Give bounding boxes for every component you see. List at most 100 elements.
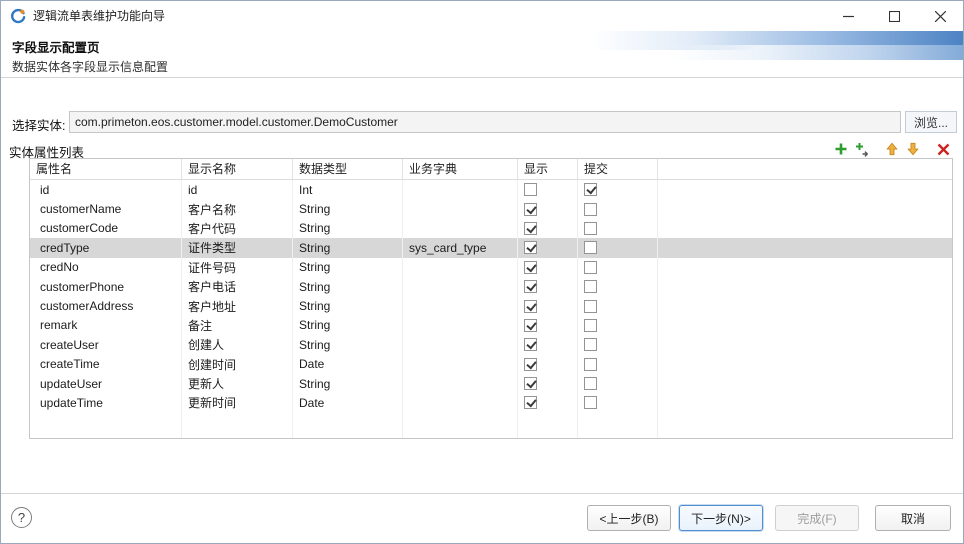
button-row: <上一步(B) 下一步(N)> 完成(F) 取消 xyxy=(587,505,951,531)
show-checkbox-cell xyxy=(518,238,578,257)
display-name-cell: 更新人 xyxy=(182,374,293,393)
back-button[interactable]: <上一步(B) xyxy=(587,505,671,531)
submit-checkbox-cell xyxy=(578,258,658,277)
data-type-cell: String xyxy=(293,238,403,257)
submit-checkbox-cell xyxy=(578,238,658,257)
table-row[interactable]: updateTime更新时间Date xyxy=(30,393,952,412)
show-checkbox[interactable] xyxy=(524,358,537,371)
show-checkbox[interactable] xyxy=(524,300,537,313)
submit-checkbox[interactable] xyxy=(584,396,597,409)
show-checkbox-cell xyxy=(518,258,578,277)
minimize-icon xyxy=(843,11,854,22)
finish-button[interactable]: 完成(F) xyxy=(775,505,859,531)
table-row[interactable]: customerAddress客户地址String xyxy=(30,296,952,315)
next-button[interactable]: 下一步(N)> xyxy=(679,505,763,531)
maximize-button[interactable] xyxy=(871,1,917,31)
table-row[interactable]: customerCode客户代码String xyxy=(30,219,952,238)
empty-cell xyxy=(658,413,952,438)
show-checkbox[interactable] xyxy=(524,261,537,274)
move-up-icon[interactable] xyxy=(883,140,901,158)
display-name-cell: id xyxy=(182,180,293,199)
submit-checkbox[interactable] xyxy=(584,241,597,254)
submit-checkbox[interactable] xyxy=(584,358,597,371)
submit-checkbox[interactable] xyxy=(584,261,597,274)
data-type-cell: String xyxy=(293,316,403,335)
submit-checkbox-cell xyxy=(578,355,658,374)
show-checkbox[interactable] xyxy=(524,338,537,351)
table-row[interactable]: updateUser更新人String xyxy=(30,374,952,393)
submit-checkbox-cell xyxy=(578,277,658,296)
close-icon xyxy=(935,11,946,22)
submit-checkbox[interactable] xyxy=(584,280,597,293)
column-header-show[interactable]: 显示 xyxy=(518,159,578,179)
close-button[interactable] xyxy=(917,1,963,31)
table-row[interactable]: customerPhone客户电话String xyxy=(30,277,952,296)
show-checkbox[interactable] xyxy=(524,222,537,235)
empty-cell xyxy=(518,413,578,438)
data-type-cell: String xyxy=(293,277,403,296)
column-header-property-name[interactable]: 属性名 xyxy=(30,159,182,179)
table-row[interactable]: credType证件类型Stringsys_card_type xyxy=(30,238,952,257)
window-title: 逻辑流单表维护功能向导 xyxy=(33,1,165,31)
row-filler xyxy=(658,374,952,393)
property-name-cell: credType xyxy=(30,238,182,257)
page-subtitle: 数据实体各字段显示信息配置 xyxy=(12,58,168,75)
show-checkbox[interactable] xyxy=(524,319,537,332)
dictionary-cell xyxy=(403,199,518,218)
delete-row-icon[interactable] xyxy=(934,140,952,158)
submit-checkbox[interactable] xyxy=(584,203,597,216)
data-type-cell: Date xyxy=(293,355,403,374)
property-name-cell: remark xyxy=(30,316,182,335)
row-filler xyxy=(658,393,952,412)
show-checkbox-cell xyxy=(518,374,578,393)
table-row[interactable]: createUser创建人String xyxy=(30,335,952,354)
empty-cell xyxy=(182,413,293,438)
minimize-button[interactable] xyxy=(825,1,871,31)
display-name-cell: 客户代码 xyxy=(182,219,293,238)
show-checkbox-cell xyxy=(518,393,578,412)
table-row[interactable]: remark备注String xyxy=(30,316,952,335)
titlebar[interactable]: 逻辑流单表维护功能向导 xyxy=(1,1,963,31)
show-checkbox[interactable] xyxy=(524,241,537,254)
show-checkbox[interactable] xyxy=(524,280,537,293)
submit-checkbox-cell xyxy=(578,180,658,199)
column-header-display-name[interactable]: 显示名称 xyxy=(182,159,293,179)
table-row[interactable]: ididInt xyxy=(30,180,952,199)
data-type-cell: String xyxy=(293,296,403,315)
column-header-submit[interactable]: 提交 xyxy=(578,159,658,179)
display-name-cell: 备注 xyxy=(182,316,293,335)
dictionary-cell xyxy=(403,219,518,238)
entity-input[interactable] xyxy=(69,111,901,133)
cancel-button[interactable]: 取消 xyxy=(875,505,951,531)
help-button[interactable]: ? xyxy=(11,507,32,528)
show-checkbox[interactable] xyxy=(524,377,537,390)
display-name-cell: 客户地址 xyxy=(182,296,293,315)
submit-checkbox[interactable] xyxy=(584,300,597,313)
submit-checkbox[interactable] xyxy=(584,338,597,351)
show-checkbox-cell xyxy=(518,296,578,315)
submit-checkbox[interactable] xyxy=(584,319,597,332)
insert-row-icon[interactable] xyxy=(853,140,871,158)
browse-button[interactable]: 浏览... xyxy=(905,111,957,133)
show-checkbox[interactable] xyxy=(524,396,537,409)
submit-checkbox-cell xyxy=(578,393,658,412)
display-name-cell: 客户电话 xyxy=(182,277,293,296)
submit-checkbox[interactable] xyxy=(584,377,597,390)
show-checkbox[interactable] xyxy=(524,183,537,196)
dictionary-cell xyxy=(403,393,518,412)
row-filler xyxy=(658,277,952,296)
submit-checkbox[interactable] xyxy=(584,222,597,235)
show-checkbox-cell xyxy=(518,335,578,354)
add-row-icon[interactable] xyxy=(832,140,850,158)
show-checkbox[interactable] xyxy=(524,203,537,216)
column-header-dictionary[interactable]: 业务字典 xyxy=(403,159,518,179)
property-name-cell: updateTime xyxy=(30,393,182,412)
submit-checkbox[interactable] xyxy=(584,183,597,196)
table-row[interactable]: credNo证件号码String xyxy=(30,258,952,277)
table-row[interactable]: customerName客户名称String xyxy=(30,199,952,218)
table-row[interactable]: createTime创建时间Date xyxy=(30,355,952,374)
move-down-icon[interactable] xyxy=(904,140,922,158)
column-header-data-type[interactable]: 数据类型 xyxy=(293,159,403,179)
show-checkbox-cell xyxy=(518,199,578,218)
dictionary-cell xyxy=(403,258,518,277)
